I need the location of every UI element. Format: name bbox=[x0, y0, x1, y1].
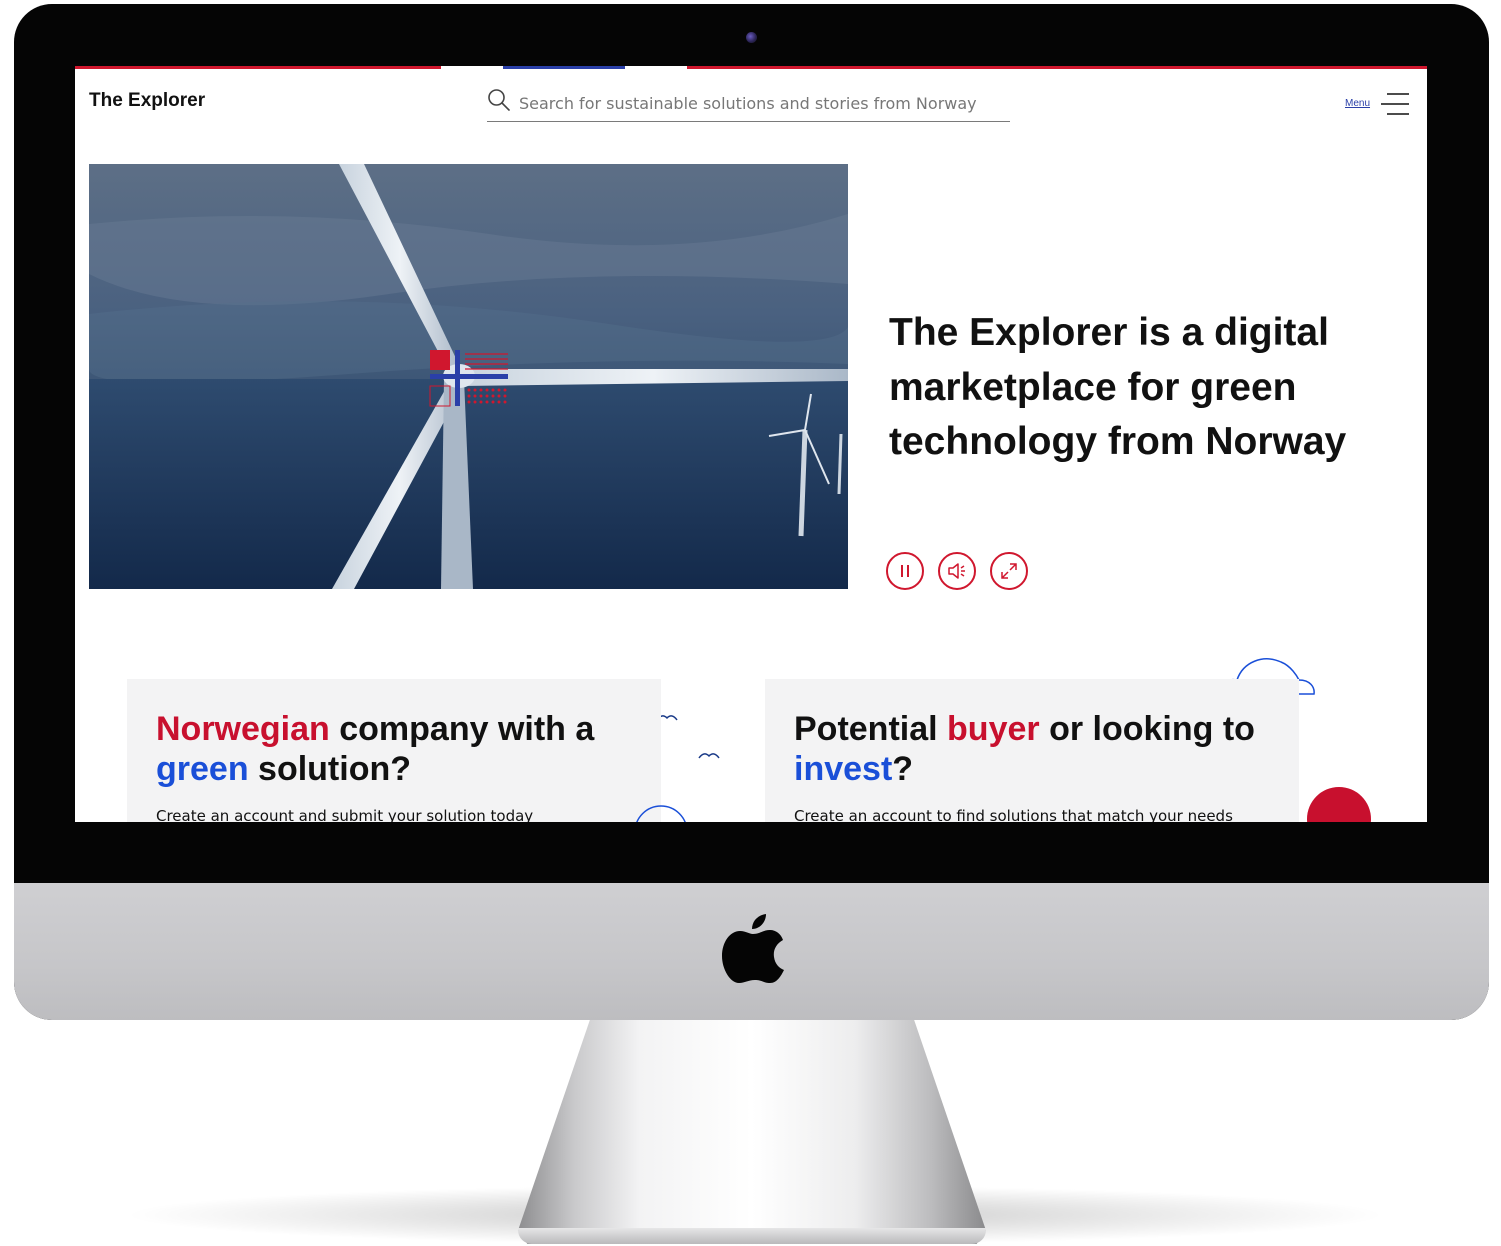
buyer-card-text: Create an account to find solutions that… bbox=[794, 807, 1233, 822]
buyer-card-title: Potential buyer or looking to invest? bbox=[794, 709, 1299, 789]
seller-card-text: Create an account and submit your soluti… bbox=[156, 807, 534, 822]
hero-title: The Explorer is a digital marketplace fo… bbox=[889, 311, 1347, 463]
search-icon[interactable] bbox=[487, 88, 511, 112]
bird-icon bbox=[698, 753, 720, 759]
red-circle-decoration bbox=[1307, 787, 1371, 822]
sound-button[interactable] bbox=[938, 552, 976, 590]
seller-card-title: Norwegian company with a green solution? bbox=[156, 709, 661, 789]
hero-video[interactable] bbox=[89, 164, 848, 589]
sound-icon bbox=[948, 563, 965, 579]
pause-button[interactable] bbox=[886, 552, 924, 590]
menu-button[interactable]: Menu bbox=[1345, 92, 1409, 118]
title-highlight-blue: green bbox=[156, 750, 249, 788]
apple-logo-icon bbox=[722, 914, 784, 983]
top-accent-bar bbox=[75, 66, 1427, 69]
top-accent-blue bbox=[503, 66, 625, 69]
circle-outline-decoration bbox=[636, 805, 686, 822]
title-highlight-blue: invest bbox=[794, 750, 893, 788]
title-highlight-red: buyer bbox=[947, 710, 1040, 748]
title-text: solution? bbox=[248, 750, 412, 788]
fullscreen-icon bbox=[1001, 563, 1017, 579]
title-text: ? bbox=[892, 750, 914, 788]
title-text: company with a bbox=[329, 710, 595, 748]
pause-icon bbox=[901, 565, 909, 577]
website-screen: The Explorer Menu bbox=[75, 66, 1427, 822]
title-highlight-red: Norwegian bbox=[156, 710, 330, 748]
title-text: or looking to bbox=[1039, 710, 1255, 748]
imac-monitor: The Explorer Menu bbox=[14, 4, 1489, 1020]
search-input[interactable] bbox=[519, 90, 1007, 116]
site-logo-text[interactable]: The Explorer bbox=[89, 90, 205, 112]
seller-card[interactable]: Norwegian company with a green solution?… bbox=[127, 679, 661, 822]
fullscreen-button[interactable] bbox=[990, 552, 1028, 590]
webcam bbox=[746, 32, 757, 43]
buyer-card[interactable]: Potential buyer or looking to invest? Cr… bbox=[765, 679, 1299, 822]
hamburger-menu-icon[interactable] bbox=[1381, 92, 1409, 116]
search-bar[interactable] bbox=[487, 86, 1010, 122]
menu-label[interactable]: Menu bbox=[1345, 98, 1370, 109]
title-text: Potential bbox=[794, 710, 948, 748]
monitor-stand-base bbox=[518, 1228, 986, 1244]
monitor-stand bbox=[518, 1018, 986, 1244]
wind-turbine-image bbox=[89, 164, 848, 589]
